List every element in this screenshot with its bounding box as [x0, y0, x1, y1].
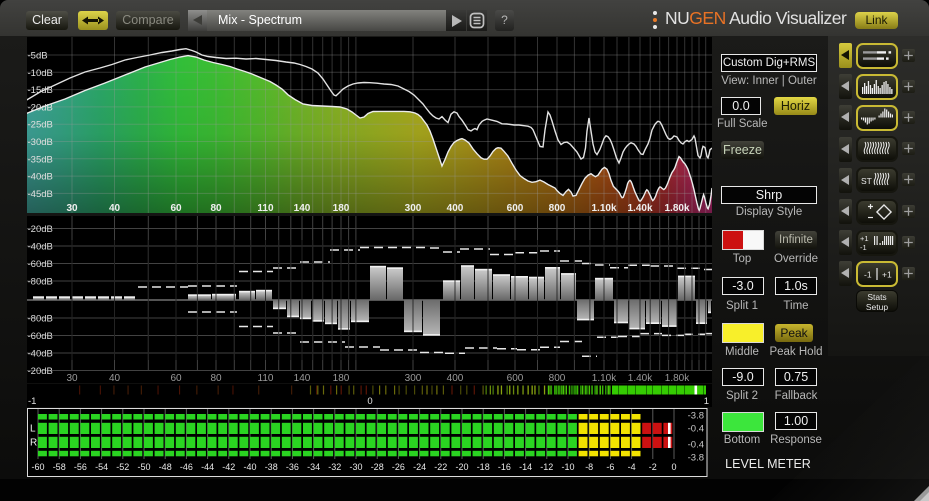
- svg-text:-5dB: -5dB: [28, 51, 48, 62]
- svg-text:-60dB: -60dB: [28, 331, 53, 342]
- svg-text:-58: -58: [53, 462, 66, 472]
- svg-text:80: 80: [210, 203, 222, 213]
- svg-text:1.40k: 1.40k: [627, 203, 652, 213]
- svg-text:-56: -56: [74, 462, 87, 472]
- svg-text:300: 300: [405, 373, 422, 383]
- svg-text:-22: -22: [434, 462, 447, 472]
- svg-text:-42: -42: [222, 462, 235, 472]
- svg-text:+1: +1: [882, 269, 892, 279]
- svg-text:110: 110: [258, 373, 274, 383]
- svg-text:-45dB: -45dB: [28, 189, 53, 200]
- svg-text:-25dB: -25dB: [28, 120, 53, 131]
- svg-text:-10dB: -10dB: [28, 68, 53, 79]
- svg-text:-40dB: -40dB: [28, 349, 53, 360]
- svg-text:-4: -4: [628, 462, 636, 472]
- svg-text:-12: -12: [540, 462, 553, 472]
- svg-text:1.80k: 1.80k: [665, 373, 690, 383]
- svg-text:600: 600: [507, 373, 524, 383]
- svg-text:60: 60: [170, 203, 182, 213]
- svg-text:-35dB: -35dB: [28, 154, 53, 165]
- svg-text:80: 80: [210, 373, 222, 383]
- svg-text:110: 110: [257, 203, 274, 213]
- svg-text:1.80k: 1.80k: [664, 203, 689, 213]
- svg-text:1.10k: 1.10k: [591, 203, 616, 213]
- svg-text:40: 40: [109, 373, 121, 383]
- svg-text:-34: -34: [307, 462, 320, 472]
- svg-text:-20dB: -20dB: [28, 224, 53, 235]
- svg-text:-14: -14: [519, 462, 532, 472]
- svg-text:-15dB: -15dB: [28, 85, 53, 96]
- svg-text:-1: -1: [28, 396, 36, 407]
- svg-text:600: 600: [507, 203, 524, 213]
- svg-text:40: 40: [109, 203, 121, 213]
- svg-text:140: 140: [294, 203, 311, 213]
- svg-text:-38: -38: [265, 462, 278, 472]
- svg-text:-60dB: -60dB: [28, 259, 53, 270]
- svg-text:-20: -20: [455, 462, 468, 472]
- svg-text:-28: -28: [371, 462, 384, 472]
- svg-text:180: 180: [333, 373, 350, 383]
- svg-text:-8: -8: [585, 462, 593, 472]
- svg-text:-2: -2: [649, 462, 657, 472]
- svg-text:-20dB: -20dB: [28, 366, 53, 377]
- svg-text:R: R: [30, 438, 37, 449]
- svg-text:0: 0: [367, 396, 372, 407]
- svg-text:400: 400: [447, 203, 464, 213]
- svg-text:400: 400: [447, 373, 464, 383]
- svg-text:300: 300: [405, 203, 422, 213]
- svg-text:800: 800: [549, 373, 566, 383]
- svg-text:-50: -50: [137, 462, 150, 472]
- svg-text:-60: -60: [31, 462, 44, 472]
- svg-text:-40: -40: [243, 462, 256, 472]
- svg-text:-80dB: -80dB: [28, 314, 53, 325]
- svg-text:-1: -1: [864, 269, 872, 279]
- svg-text:-0.4: -0.4: [688, 424, 704, 435]
- svg-text:L: L: [30, 424, 36, 435]
- svg-text:-10: -10: [561, 462, 574, 472]
- svg-text:-36: -36: [286, 462, 299, 472]
- svg-text:180: 180: [333, 203, 350, 213]
- svg-text:ST: ST: [861, 176, 872, 186]
- svg-text:+1: +1: [860, 234, 869, 243]
- svg-text:-48: -48: [159, 462, 172, 472]
- svg-text:-3.8: -3.8: [688, 411, 704, 422]
- svg-text:-20dB: -20dB: [28, 102, 53, 113]
- svg-text:-16: -16: [498, 462, 511, 472]
- svg-text:-30dB: -30dB: [28, 137, 53, 148]
- svg-text:-30: -30: [349, 462, 362, 472]
- svg-text:800: 800: [549, 203, 566, 213]
- svg-text:-6: -6: [606, 462, 614, 472]
- svg-text:30: 30: [66, 203, 78, 213]
- svg-text:-24: -24: [413, 462, 426, 472]
- svg-text:-32: -32: [328, 462, 341, 472]
- svg-text:0: 0: [671, 462, 676, 472]
- svg-text:140: 140: [294, 373, 311, 383]
- svg-text:-26: -26: [392, 462, 405, 472]
- svg-text:60: 60: [170, 373, 182, 383]
- svg-text:-54: -54: [95, 462, 108, 472]
- svg-text:-1: -1: [860, 243, 867, 252]
- svg-text:-46: -46: [180, 462, 193, 472]
- svg-text:-3.8: -3.8: [688, 453, 704, 464]
- svg-text:-40dB: -40dB: [28, 172, 53, 183]
- svg-text:-18: -18: [477, 462, 490, 472]
- svg-text:30: 30: [66, 373, 78, 383]
- svg-text:1.10k: 1.10k: [592, 373, 617, 383]
- svg-text:-44: -44: [201, 462, 214, 472]
- svg-text:-52: -52: [116, 462, 129, 472]
- svg-text:-80dB: -80dB: [28, 277, 53, 288]
- svg-text:1.40k: 1.40k: [628, 373, 653, 383]
- svg-text:-40dB: -40dB: [28, 242, 53, 253]
